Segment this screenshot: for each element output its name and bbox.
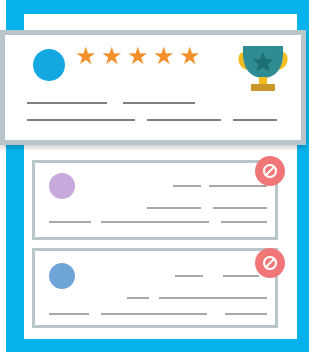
text-line [147,207,201,209]
frame-top-edge [6,0,309,14]
star-icon: ★ [75,43,97,70]
frame-bottom-edge [6,339,309,352]
text-line [49,221,91,223]
text-line [175,275,203,277]
text-line [147,119,221,121]
blocked-icon[interactable] [255,156,285,186]
user-avatar [49,263,75,289]
star-icon: ★ [179,43,201,70]
text-line [127,297,149,299]
text-line [221,221,267,223]
user-avatar [33,49,65,81]
text-line [123,102,195,104]
star-icon: ★ [153,43,175,70]
text-line [223,275,259,277]
review-card[interactable] [32,160,278,240]
text-line [49,313,89,315]
text-line [213,207,267,209]
text-line [27,119,135,121]
text-line [27,102,107,104]
star-icon: ★ [127,43,149,70]
review-card[interactable] [32,248,278,328]
text-line [101,221,209,223]
text-line [159,297,267,299]
text-line [225,313,267,315]
user-avatar [49,173,75,199]
text-line [173,185,201,187]
text-line [233,119,277,121]
blocked-icon[interactable] [255,248,285,278]
text-line [209,185,267,187]
star-icon: ★ [101,43,123,70]
trophy-star-icon [238,46,288,91]
text-line [101,313,207,315]
